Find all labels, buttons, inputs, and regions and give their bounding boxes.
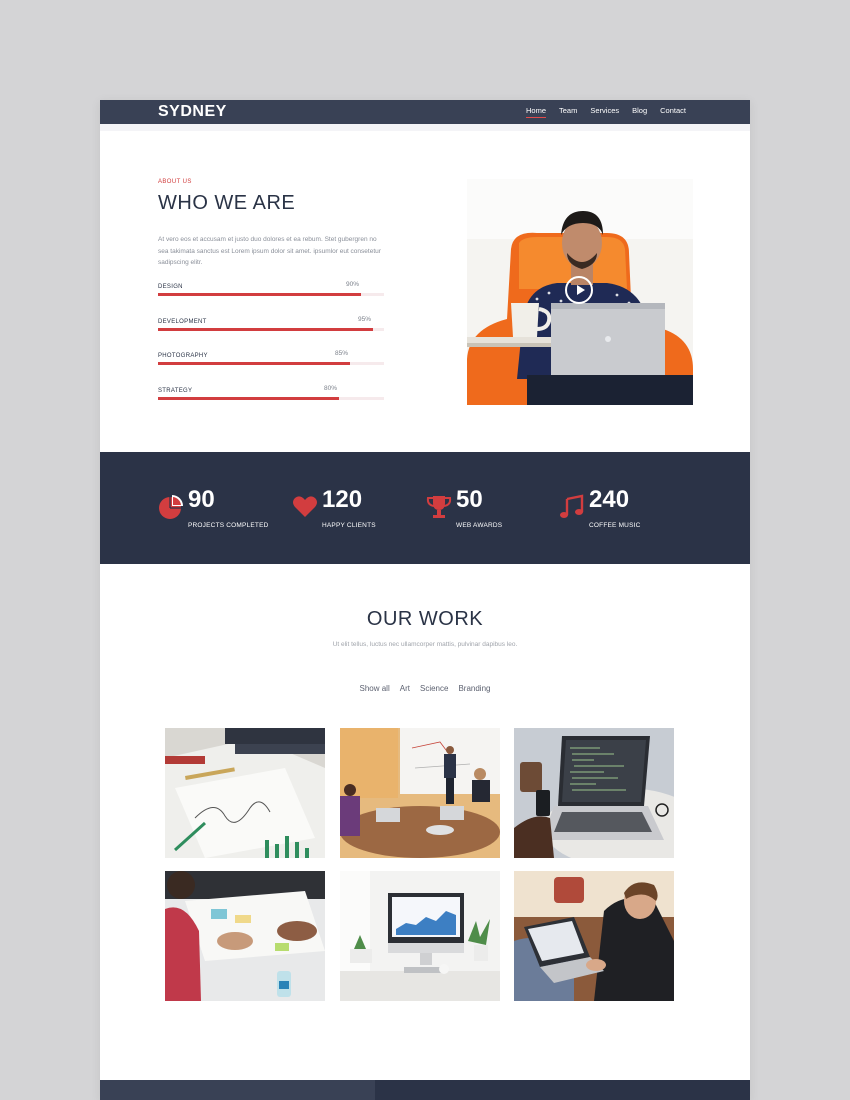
play-icon[interactable] [565,276,593,304]
team-papers-image [165,871,325,1001]
skill-label: PHOTOGRAPHY [158,353,208,359]
man-laptop-couch-image [514,871,674,1001]
laptop-code-image [514,728,674,858]
skill-label: DEVELOPMENT [158,319,207,325]
about-video-photo[interactable] [467,179,693,405]
stats-band: 90 PROJECTS COMPLETED 120 HAPPY CLIENTS … [100,452,750,564]
skill-track [158,362,384,365]
skill-track [158,397,384,400]
nav-home[interactable]: Home [526,106,547,118]
nav-services[interactable]: Services [590,106,619,115]
heart-icon [293,496,317,517]
stat-number: 50 [456,486,483,513]
trophy-icon [426,496,452,518]
pie-chart-icon [159,495,183,519]
about-text: At vero eos et accusam et justo duo dolo… [158,236,381,266]
meeting-room-image [340,728,500,858]
stat-label: WEB AWARDS [456,522,503,529]
portfolio-item[interactable] [340,728,500,858]
portfolio-item[interactable] [514,871,674,1001]
page: SYDNEY Home Team Services Blog Contact A… [100,100,750,1100]
skill-strategy: STRATEGY 80% [158,385,384,402]
work-subtitle: Ut elit tellus, luctus nec ullamcorper m… [332,641,518,648]
desktop-monitor-image [340,871,500,1001]
skill-percent: 80% [324,385,338,392]
papers-charts-image [165,728,325,858]
stat-number: 120 [322,486,363,513]
nav-blog[interactable]: Blog [632,106,647,115]
footer-band-right [375,1080,750,1100]
skill-percent: 85% [335,350,349,357]
portfolio-item[interactable] [340,871,500,1001]
skill-percent: 95% [358,316,372,323]
filter-science[interactable]: Science [420,684,448,693]
skill-fill [158,328,373,331]
skill-fill [158,362,351,365]
header-divider [100,124,750,131]
filter-show-all[interactable]: Show all [360,684,390,693]
work-title: OUR WORK [366,608,484,630]
skill-track [158,293,384,296]
skill-development: DEVELOPMENT 95% [158,316,384,333]
portfolio-item[interactable] [165,871,325,1001]
skill-photography: PHOTOGRAPHY 85% [158,350,384,367]
filter-art[interactable]: Art [400,684,410,693]
skill-fill [158,293,362,296]
stat-label: HAPPY CLIENTS [322,522,376,529]
nav-team[interactable]: Team [559,106,577,115]
nav-contact[interactable]: Contact [660,106,686,115]
stat-label: PROJECTS COMPLETED [188,522,269,529]
skill-label: DESIGN [158,284,183,290]
portfolio-item[interactable] [165,728,325,858]
filter-branding[interactable]: Branding [458,684,490,693]
skill-label: STRATEGY [158,388,193,394]
about-title: WHO WE ARE [158,192,296,214]
stat-number: 90 [188,486,215,513]
portfolio-filters: Show all Art Science Branding [100,684,750,693]
music-note-icon [560,494,584,518]
skill-fill [158,397,339,400]
skill-design: DESIGN 90% [158,281,384,298]
stat-number: 240 [589,486,630,513]
portfolio-item[interactable] [514,728,674,858]
about-eyebrow: ABOUT US [158,179,192,185]
stat-label: COFFEE MUSIC [589,522,641,529]
site-logo[interactable]: SYDNEY [158,103,227,121]
skill-track [158,328,384,331]
main-nav: Home Team Services Blog Contact [526,106,699,118]
skill-percent: 90% [346,281,360,288]
top-nav-bar: SYDNEY Home Team Services Blog Contact [100,100,750,124]
